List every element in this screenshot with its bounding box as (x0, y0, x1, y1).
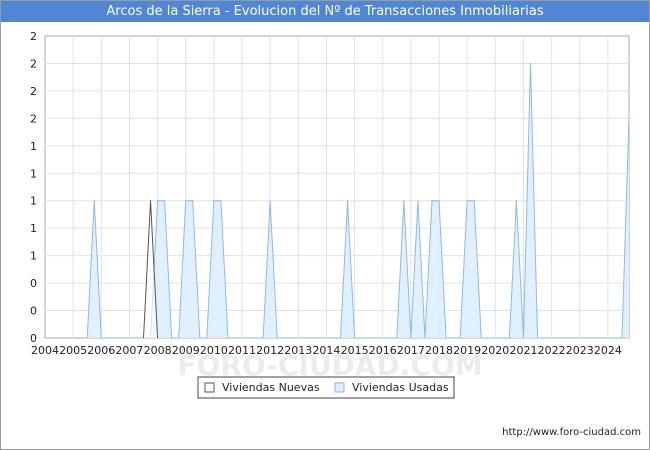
y-tick-label: 2 (30, 57, 37, 70)
data-point (431, 200, 433, 202)
data-point (466, 200, 468, 202)
x-tick-label: 2023 (566, 344, 594, 357)
y-tick-label: 1 (30, 140, 37, 153)
legend: Viviendas Nuevas Viviendas Usadas (197, 376, 455, 399)
x-tick-label: 2022 (538, 344, 566, 357)
data-point (164, 200, 166, 202)
plot-area (44, 35, 630, 339)
x-tick-label: 2018 (425, 344, 453, 357)
y-tick-label: 0 (30, 305, 37, 318)
data-point (220, 200, 222, 202)
x-tick-label: 2007 (115, 344, 143, 357)
x-tick-label: 2024 (594, 344, 622, 357)
x-tick-label: 2013 (284, 344, 312, 357)
legend-label-usadas: Viviendas Usadas (352, 381, 449, 394)
x-tick-label: 2014 (312, 344, 340, 357)
x-tick-label: 2006 (87, 344, 115, 357)
y-axis-ticks: 000111112222 (30, 30, 37, 345)
footer-url: http://www.foro-ciudad.com (502, 427, 641, 438)
data-point (403, 200, 405, 202)
data-point (628, 117, 630, 119)
y-tick-label: 2 (30, 85, 37, 98)
legend-swatch-nuevas (204, 382, 215, 393)
y-tick-label: 2 (30, 112, 37, 125)
data-point (515, 200, 518, 202)
data-point (213, 200, 215, 202)
data-point (93, 200, 95, 202)
y-tick-label: 1 (30, 222, 37, 235)
x-tick-label: 2010 (200, 344, 228, 357)
y-tick-label: 1 (30, 250, 37, 263)
y-tick-label: 1 (30, 167, 37, 180)
chart-svg: FORO-CIUDAD.COM 000111112222 2004 2005 200… (30, 30, 630, 399)
x-tick-label: 2020 (481, 344, 509, 357)
data-point (185, 200, 187, 202)
data-point (346, 200, 349, 202)
x-tick-label: 2009 (172, 344, 200, 357)
legend-swatch-usadas (334, 382, 345, 393)
x-tick-label: 2016 (369, 344, 397, 357)
x-tick-label: 2021 (509, 344, 537, 357)
y-tick-label: 2 (30, 30, 37, 43)
x-tick-label: 2017 (397, 344, 425, 357)
data-point (269, 200, 271, 202)
x-tick-label: 2019 (453, 344, 481, 357)
x-axis-ticks: 2004 2005 2006 2007 2008 2009 2010 2011 2012 2013… (31, 344, 622, 357)
data-point (438, 200, 440, 202)
data-point (417, 200, 419, 202)
x-tick-label: 2011 (228, 344, 256, 357)
data-point (192, 200, 194, 202)
x-tick-label: 2015 (341, 344, 369, 357)
x-tick-label: 2012 (256, 344, 284, 357)
x-tick-label: 2004 (31, 344, 59, 357)
y-tick-label: 0 (30, 277, 37, 290)
legend-label-nuevas: Viviendas Nuevas (222, 381, 320, 394)
x-tick-label: 2008 (144, 344, 172, 357)
x-tick-label: 2005 (59, 344, 87, 357)
data-point (149, 200, 152, 202)
data-point (473, 200, 475, 202)
y-tick-label: 1 (30, 195, 37, 208)
data-point (529, 62, 532, 65)
data-point (156, 200, 159, 202)
